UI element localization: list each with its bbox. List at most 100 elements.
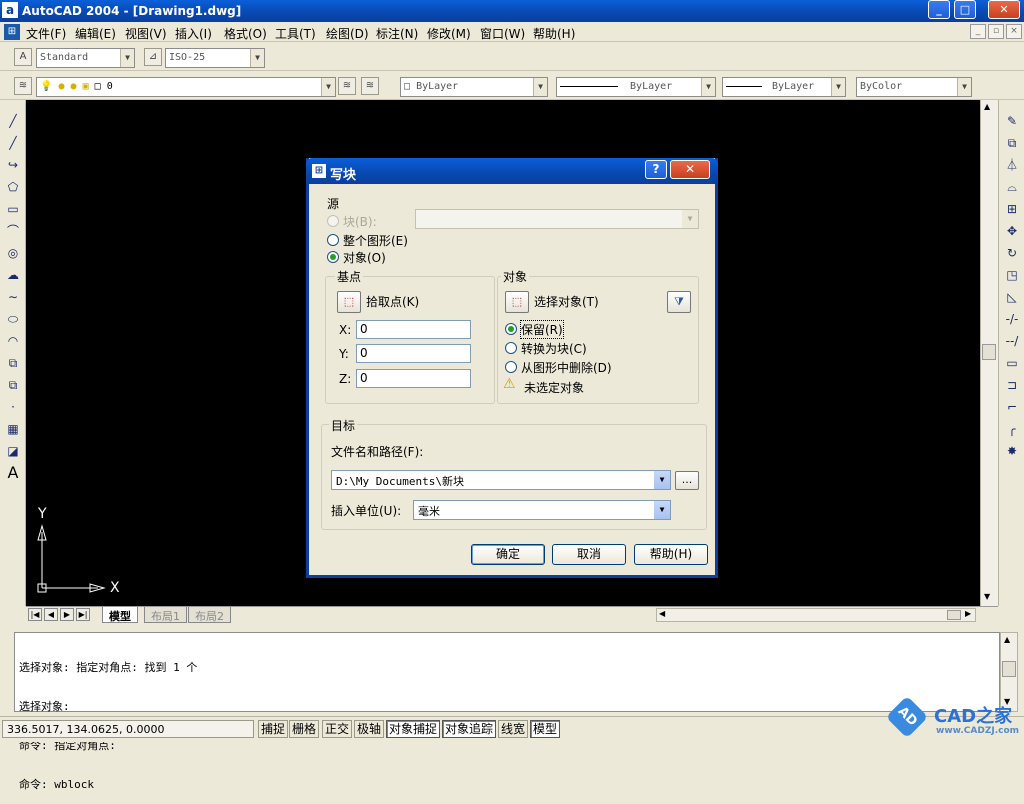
multiline-text-icon[interactable]: A: [4, 464, 22, 482]
restore-button[interactable]: □: [954, 0, 976, 19]
lineweight-combo[interactable]: ByLayer ▼: [722, 77, 846, 97]
entire-drawing-radio[interactable]: [327, 234, 339, 246]
otrack-toggle[interactable]: 对象追踪: [442, 720, 497, 738]
pick-point-icon[interactable]: ⬚: [337, 291, 361, 313]
browse-button[interactable]: ...: [675, 471, 699, 490]
text-style-combo[interactable]: Standard ▼: [36, 48, 135, 68]
ok-button[interactable]: 确定: [471, 544, 545, 565]
polar-toggle[interactable]: 极轴: [354, 720, 385, 738]
tab-layout1[interactable]: 布局1: [144, 607, 187, 623]
menu-insert[interactable]: 插入(I): [175, 25, 212, 42]
make-block-icon[interactable]: ⧉: [4, 376, 22, 394]
select-objects-icon[interactable]: ⬚: [505, 291, 529, 313]
revision-cloud-icon[interactable]: ☁: [4, 266, 22, 284]
menu-window[interactable]: 窗口(W): [480, 25, 525, 42]
menu-view[interactable]: 视图(V): [125, 25, 167, 42]
extend-icon[interactable]: --/: [1003, 332, 1021, 350]
scroll-up-icon[interactable]: ▲: [1004, 635, 1010, 644]
trim-icon[interactable]: -/-: [1003, 310, 1021, 328]
insert-units-dropdown[interactable]: 毫米 ▼: [413, 500, 671, 520]
menu-draw[interactable]: 绘图(D): [326, 25, 369, 42]
file-path-dropdown[interactable]: D:\My Documents\新块 ▼: [331, 470, 671, 490]
break-icon[interactable]: ⊐: [1003, 376, 1021, 394]
objects-radio[interactable]: [327, 251, 339, 263]
mirror-icon[interactable]: ⏃: [1003, 156, 1021, 174]
command-window[interactable]: 选择对象: 指定对角点: 找到 1 个 选择对象: 命令: 指定对角点: 命令:…: [14, 632, 1000, 791]
convert-to-block-radio[interactable]: [505, 342, 517, 354]
vertical-scrollbar[interactable]: ▲ ▼: [980, 100, 998, 606]
retain-radio[interactable]: [505, 323, 517, 335]
line-icon[interactable]: ╱: [4, 112, 22, 130]
menu-edit[interactable]: 编辑(E): [75, 25, 116, 42]
text-style-icon[interactable]: A: [14, 48, 32, 66]
scale-icon[interactable]: ◳: [1003, 266, 1021, 284]
tab-layout2[interactable]: 布局2: [188, 607, 231, 623]
x-input[interactable]: 0: [356, 320, 471, 339]
dim-style-combo[interactable]: ISO-25 ▼: [165, 48, 265, 68]
break-at-point-icon[interactable]: ▭: [1003, 354, 1021, 372]
circle-icon[interactable]: ◎: [4, 244, 22, 262]
cmd-scroll-thumb[interactable]: [1002, 661, 1016, 677]
region-icon[interactable]: ◪: [4, 442, 22, 460]
menu-dimension[interactable]: 标注(N): [376, 25, 418, 42]
scroll-thumb[interactable]: [982, 344, 996, 360]
linetype-combo[interactable]: ByLayer ▼: [556, 77, 716, 97]
dim-style-icon[interactable]: ⊿: [144, 48, 162, 66]
snap-toggle[interactable]: 捕捉: [258, 720, 289, 738]
menu-modify[interactable]: 修改(M): [427, 25, 471, 42]
polyline-icon[interactable]: ↪: [4, 156, 22, 174]
menu-file[interactable]: 文件(F): [26, 25, 66, 42]
array-icon[interactable]: ⊞: [1003, 200, 1021, 218]
erase-icon[interactable]: ✎: [1003, 112, 1021, 130]
ellipse-icon[interactable]: ⬭: [4, 310, 22, 328]
hatch-icon[interactable]: ▦: [4, 420, 22, 438]
y-input[interactable]: 0: [356, 344, 471, 363]
model-toggle[interactable]: 模型: [530, 720, 561, 738]
last-tab-icon[interactable]: ▶|: [76, 608, 90, 621]
spline-icon[interactable]: ∼: [4, 288, 22, 306]
make-current-layer-icon[interactable]: ≋: [338, 77, 356, 95]
tab-model[interactable]: 模型: [102, 607, 138, 623]
next-tab-icon[interactable]: ▶: [60, 608, 74, 621]
scroll-right-icon[interactable]: ▶: [965, 609, 971, 618]
move-icon[interactable]: ✥: [1003, 222, 1021, 240]
insert-block-icon[interactable]: ⧉: [4, 354, 22, 372]
grid-toggle[interactable]: 栅格: [289, 720, 320, 738]
color-combo[interactable]: □ ByLayer ▼: [400, 77, 548, 97]
help-button[interactable]: 帮助(H): [634, 544, 708, 565]
explode-icon[interactable]: ✸: [1003, 442, 1021, 460]
doc-minimize-icon[interactable]: _: [970, 24, 986, 39]
layer-previous-icon[interactable]: ≋: [361, 77, 379, 95]
fillet-icon[interactable]: ╭: [1003, 420, 1021, 438]
layer-manager-icon[interactable]: ≋: [14, 77, 32, 95]
rotate-icon[interactable]: ↻: [1003, 244, 1021, 262]
cancel-button[interactable]: 取消: [552, 544, 626, 565]
delete-from-drawing-radio[interactable]: [505, 361, 517, 373]
plotstyle-combo[interactable]: ByColor ▼: [856, 77, 972, 97]
hscroll-thumb[interactable]: [947, 610, 961, 620]
dialog-close-button[interactable]: ✕: [670, 160, 710, 179]
osnap-toggle[interactable]: 对象捕捉: [386, 720, 441, 738]
autocad-app-icon[interactable]: a: [2, 2, 18, 18]
help-question-button[interactable]: ?: [645, 160, 667, 179]
construction-line-icon[interactable]: ╱: [4, 134, 22, 152]
copy-icon[interactable]: ⧉: [1003, 134, 1021, 152]
stretch-icon[interactable]: ◺: [1003, 288, 1021, 306]
doc-restore-icon[interactable]: ▫: [988, 24, 1004, 39]
scroll-down-icon[interactable]: ▼: [984, 592, 990, 601]
rectangle-icon[interactable]: ▭: [4, 200, 22, 218]
ortho-toggle[interactable]: 正交: [322, 720, 353, 738]
menu-format[interactable]: 格式(O): [224, 25, 267, 42]
lineweight-toggle[interactable]: 线宽: [498, 720, 529, 738]
z-input[interactable]: 0: [356, 369, 471, 388]
menu-help[interactable]: 帮助(H): [533, 25, 575, 42]
quick-select-filter-icon[interactable]: ⧩: [667, 291, 691, 313]
minimize-button[interactable]: _: [928, 0, 950, 19]
first-tab-icon[interactable]: |◀: [28, 608, 42, 621]
polygon-icon[interactable]: ⬠: [4, 178, 22, 196]
ellipse-arc-icon[interactable]: ◠: [4, 332, 22, 350]
horizontal-scrollbar[interactable]: ◀ ▶: [656, 608, 976, 622]
scroll-up-icon[interactable]: ▲: [984, 102, 990, 111]
doc-close-icon[interactable]: ×: [1006, 24, 1022, 39]
close-button[interactable]: ✕: [988, 0, 1020, 19]
